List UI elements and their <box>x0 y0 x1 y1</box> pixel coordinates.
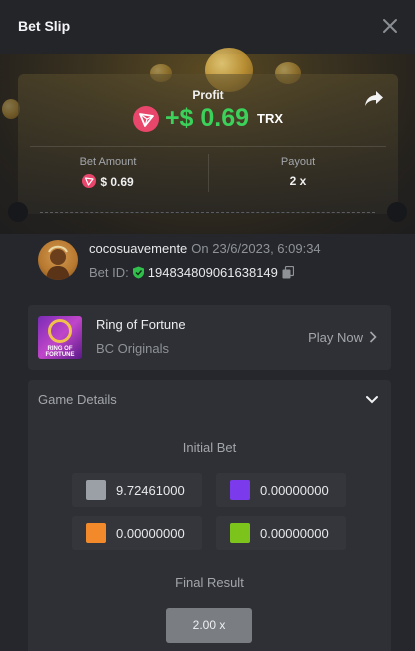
bet-chip-orange: 0.00000000 <box>72 516 202 550</box>
username[interactable]: cocosuavemente <box>89 241 187 256</box>
avatar-figure <box>46 245 70 280</box>
ticket-notch-left <box>8 202 28 222</box>
color-swatch <box>86 523 106 543</box>
copy-icon[interactable] <box>282 266 294 279</box>
bet-chip-gray: 9.72461000 <box>72 473 202 507</box>
game-details-title: Game Details <box>38 392 117 407</box>
payout-value: 2 x <box>289 174 307 188</box>
bet-chip-value: 9.72461000 <box>116 483 185 498</box>
final-result-badge: 2.00 x <box>166 608 252 643</box>
bet-chip-green: 0.00000000 <box>216 516 346 550</box>
bet-amount-value-row: $ 0.69 <box>18 174 198 189</box>
profit-row: +$ 0.69 TRX <box>18 104 398 133</box>
verified-shield-icon <box>132 266 144 279</box>
final-result-label: Final Result <box>175 575 244 590</box>
final-result-value: 2.00 x <box>192 618 226 632</box>
profit-value: +$ 0.69 <box>164 104 250 132</box>
share-icon[interactable] <box>364 90 384 108</box>
bet-amount-value: $ 0.69 <box>100 175 134 189</box>
bet-slip-modal: Bet Slip Profit +$ 0.69 TRX Bet Amount $ … <box>0 0 415 651</box>
game-link[interactable]: RING OF FORTUNE Ring of Fortune BC Origi… <box>28 305 391 370</box>
play-now-button[interactable]: Play Now <box>308 330 363 345</box>
payout-label: Payout <box>280 156 316 168</box>
bet-chip-purple: 0.00000000 <box>216 473 346 507</box>
card-divider <box>30 146 386 147</box>
color-swatch <box>230 480 250 500</box>
bet-id-label: Bet ID: <box>89 265 129 280</box>
game-thumbnail-caption: RING OF FORTUNE <box>45 346 75 358</box>
bet-date: On 23/6/2023, 6:09:34 <box>191 241 321 256</box>
chevron-down-icon[interactable] <box>365 395 379 405</box>
profit-label: Profit <box>192 88 224 102</box>
modal-title: Bet Slip <box>18 18 71 34</box>
trx-icon <box>132 105 159 132</box>
bet-id-line: Bet ID: 194834809061638149 <box>89 265 294 280</box>
game-thumbnail: RING OF FORTUNE <box>38 316 82 359</box>
bet-chip-value: 0.00000000 <box>260 483 329 498</box>
color-swatch <box>230 523 250 543</box>
initial-bet-label: Initial Bet <box>182 440 237 455</box>
chevron-right-icon <box>369 331 377 343</box>
trx-icon <box>82 174 97 188</box>
bet-chip-value: 0.00000000 <box>116 526 185 541</box>
game-name: Ring of Fortune <box>96 317 186 332</box>
profit-currency: TRX <box>257 111 284 126</box>
ticket-notch-right <box>387 202 407 222</box>
bet-amount-label: Bet Amount <box>79 156 137 168</box>
avatar[interactable] <box>38 240 78 280</box>
fortune-ring-icon <box>48 319 72 343</box>
game-details-panel: Game Details Initial Bet 9.72461000 0.00… <box>28 380 391 651</box>
user-line: cocosuavemente On 23/6/2023, 6:09:34 <box>89 241 321 256</box>
ticket-perforation <box>40 212 375 213</box>
bet-chip-value: 0.00000000 <box>260 526 329 541</box>
bet-id-value: 194834809061638149 <box>147 265 278 280</box>
bet-amount-stat: Bet Amount $ 0.69 <box>18 156 198 189</box>
payout-stat: Payout 2 x <box>208 156 388 188</box>
close-icon[interactable] <box>379 15 401 37</box>
modal-header: Bet Slip <box>0 0 415 54</box>
profit-card: Profit +$ 0.69 TRX Bet Amount $ 0.69 Payo… <box>18 74 398 214</box>
color-swatch <box>86 480 106 500</box>
game-provider: BC Originals <box>96 341 169 356</box>
